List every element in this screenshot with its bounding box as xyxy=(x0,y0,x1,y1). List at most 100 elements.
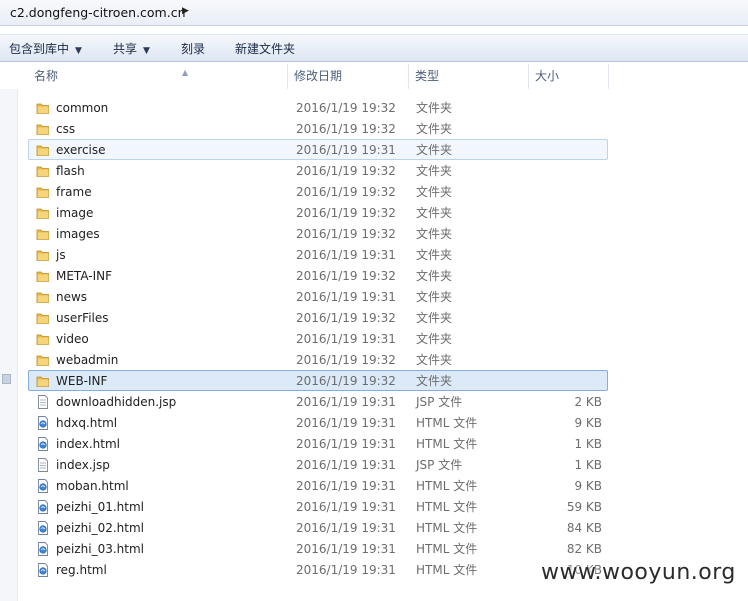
table-row[interactable]: peizhi_02.html 2016/1/19 19:31 HTML 文件 84 K… xyxy=(28,517,608,538)
file-date: 2016/1/19 19:32 xyxy=(296,101,396,115)
file-type: 文件夹 xyxy=(416,248,453,262)
file-name: css xyxy=(56,122,76,136)
table-row[interactable]: index.jsp 2016/1/19 19:31 JSP 文件 1 KB xyxy=(28,454,608,475)
table-row[interactable]: reg.html 2016/1/19 19:31 HTML 文件 10 KB xyxy=(28,559,608,580)
file-date: 2016/1/19 19:32 xyxy=(296,122,396,136)
file-size: 2 KB xyxy=(574,395,602,409)
html-file-icon xyxy=(36,479,50,493)
table-row[interactable]: css 2016/1/19 19:32 文件夹 xyxy=(28,118,608,139)
file-date: 2016/1/19 19:32 xyxy=(296,353,396,367)
table-row[interactable]: downloadhidden.jsp 2016/1/19 19:31 JSP 文件 2… xyxy=(28,391,608,412)
column-header-size[interactable]: 大小 xyxy=(529,64,609,89)
share-button[interactable]: 共享 ▼ xyxy=(113,40,150,57)
table-row[interactable]: news 2016/1/19 19:31 文件夹 xyxy=(28,286,608,307)
table-row[interactable]: webadmin 2016/1/19 19:32 文件夹 xyxy=(28,349,608,370)
file-name: image xyxy=(56,206,94,220)
file-name: reg.html xyxy=(56,563,107,577)
file-type: HTML 文件 xyxy=(416,500,478,514)
column-header-type[interactable]: 类型 xyxy=(409,64,529,89)
file-name: hdxq.html xyxy=(56,416,118,430)
file-type: HTML 文件 xyxy=(416,416,478,430)
file-name: index.html xyxy=(56,437,120,451)
html-file-icon xyxy=(36,521,50,535)
include-in-library-label: 包含到库中 xyxy=(9,42,70,56)
folder-icon xyxy=(36,122,50,136)
table-row[interactable]: userFiles 2016/1/19 19:32 文件夹 xyxy=(28,307,608,328)
file-date: 2016/1/19 19:32 xyxy=(296,269,396,283)
html-file-icon xyxy=(36,416,50,430)
file-type: HTML 文件 xyxy=(416,563,478,577)
file-name: index.jsp xyxy=(56,458,110,472)
table-row[interactable]: common 2016/1/19 19:32 文件夹 xyxy=(28,97,608,118)
folder-icon xyxy=(36,206,50,220)
table-row[interactable]: image 2016/1/19 19:32 文件夹 xyxy=(28,202,608,223)
file-name: frame xyxy=(56,185,92,199)
folder-icon xyxy=(36,290,50,304)
file-type: 文件夹 xyxy=(416,353,453,367)
table-row[interactable]: META-INF 2016/1/19 19:32 文件夹 xyxy=(28,265,608,286)
file-type: 文件夹 xyxy=(416,206,453,220)
file-name: exercise xyxy=(56,143,106,157)
new-folder-button[interactable]: 新建文件夹 xyxy=(235,40,295,57)
file-name: webadmin xyxy=(56,353,119,367)
file-date: 2016/1/19 19:31 xyxy=(296,479,396,493)
burn-button[interactable]: 刻录 xyxy=(181,40,205,57)
column-header-date[interactable]: 修改日期 xyxy=(288,64,409,89)
table-row[interactable]: video 2016/1/19 19:31 文件夹 xyxy=(28,328,608,349)
column-header-name[interactable]: 名称 ▲ xyxy=(28,64,288,89)
folder-icon xyxy=(36,164,50,178)
file-date: 2016/1/19 19:31 xyxy=(296,521,396,535)
chevron-down-icon: ▼ xyxy=(75,46,82,56)
table-row[interactable]: peizhi_03.html 2016/1/19 19:31 HTML 文件 82 K… xyxy=(28,538,608,559)
table-row[interactable]: frame 2016/1/19 19:32 文件夹 xyxy=(28,181,608,202)
file-type: 文件夹 xyxy=(416,185,453,199)
watermark: www.wooyun.org xyxy=(541,560,736,585)
table-row[interactable]: js 2016/1/19 19:31 文件夹 xyxy=(28,244,608,265)
breadcrumb-arrow-icon[interactable]: ▶ xyxy=(182,6,189,16)
table-row[interactable]: moban.html 2016/1/19 19:31 HTML 文件 9 KB xyxy=(28,475,608,496)
file-date: 2016/1/19 19:32 xyxy=(296,164,396,178)
file-type: 文件夹 xyxy=(416,227,453,241)
file-date: 2016/1/19 19:31 xyxy=(296,458,396,472)
file-date: 2016/1/19 19:32 xyxy=(296,185,396,199)
chevron-down-icon: ▼ xyxy=(143,46,150,56)
address-path[interactable]: c2.dongfeng-citroen.com.cn xyxy=(10,5,186,20)
folder-icon xyxy=(36,248,50,262)
file-name: news xyxy=(56,290,88,304)
file-type: HTML 文件 xyxy=(416,521,478,535)
file-name: images xyxy=(56,227,100,241)
document-icon xyxy=(36,395,50,409)
file-date: 2016/1/19 19:31 xyxy=(296,290,396,304)
html-file-icon xyxy=(36,437,50,451)
table-row[interactable]: images 2016/1/19 19:32 文件夹 xyxy=(28,223,608,244)
folder-icon xyxy=(36,374,50,388)
file-type: 文件夹 xyxy=(416,269,453,283)
table-row[interactable]: hdxq.html 2016/1/19 19:31 HTML 文件 9 KB xyxy=(28,412,608,433)
file-type: HTML 文件 xyxy=(416,437,478,451)
file-name: js xyxy=(56,248,66,262)
file-date: 2016/1/19 19:31 xyxy=(296,416,396,430)
folder-icon xyxy=(36,353,50,367)
file-size: 84 KB xyxy=(566,521,602,535)
folder-icon xyxy=(36,332,50,346)
table-row[interactable]: peizhi_01.html 2016/1/19 19:31 HTML 文件 59 K… xyxy=(28,496,608,517)
file-date: 2016/1/19 19:32 xyxy=(296,227,396,241)
file-name: flash xyxy=(56,164,85,178)
folder-icon xyxy=(36,101,50,115)
pane-splitter-handle[interactable] xyxy=(2,374,11,384)
html-file-icon xyxy=(36,542,50,556)
folder-icon xyxy=(36,311,50,325)
address-bar[interactable]: c2.dongfeng-citroen.com.cn ▶ xyxy=(0,0,748,26)
file-name: video xyxy=(56,332,89,346)
sort-ascending-icon: ▲ xyxy=(182,68,189,77)
table-row[interactable]: flash 2016/1/19 19:32 文件夹 xyxy=(28,160,608,181)
file-name: userFiles xyxy=(56,311,109,325)
file-size: 9 KB xyxy=(574,416,602,430)
file-type: 文件夹 xyxy=(416,332,453,346)
include-in-library-button[interactable]: 包含到库中 ▼ xyxy=(9,40,82,57)
table-row[interactable]: WEB-INF 2016/1/19 19:32 文件夹 xyxy=(28,370,608,391)
file-date: 2016/1/19 19:31 xyxy=(296,500,396,514)
table-row[interactable]: exercise 2016/1/19 19:31 文件夹 xyxy=(28,139,608,160)
table-row[interactable]: index.html 2016/1/19 19:31 HTML 文件 1 KB xyxy=(28,433,608,454)
file-date: 2016/1/19 19:31 xyxy=(296,143,396,157)
